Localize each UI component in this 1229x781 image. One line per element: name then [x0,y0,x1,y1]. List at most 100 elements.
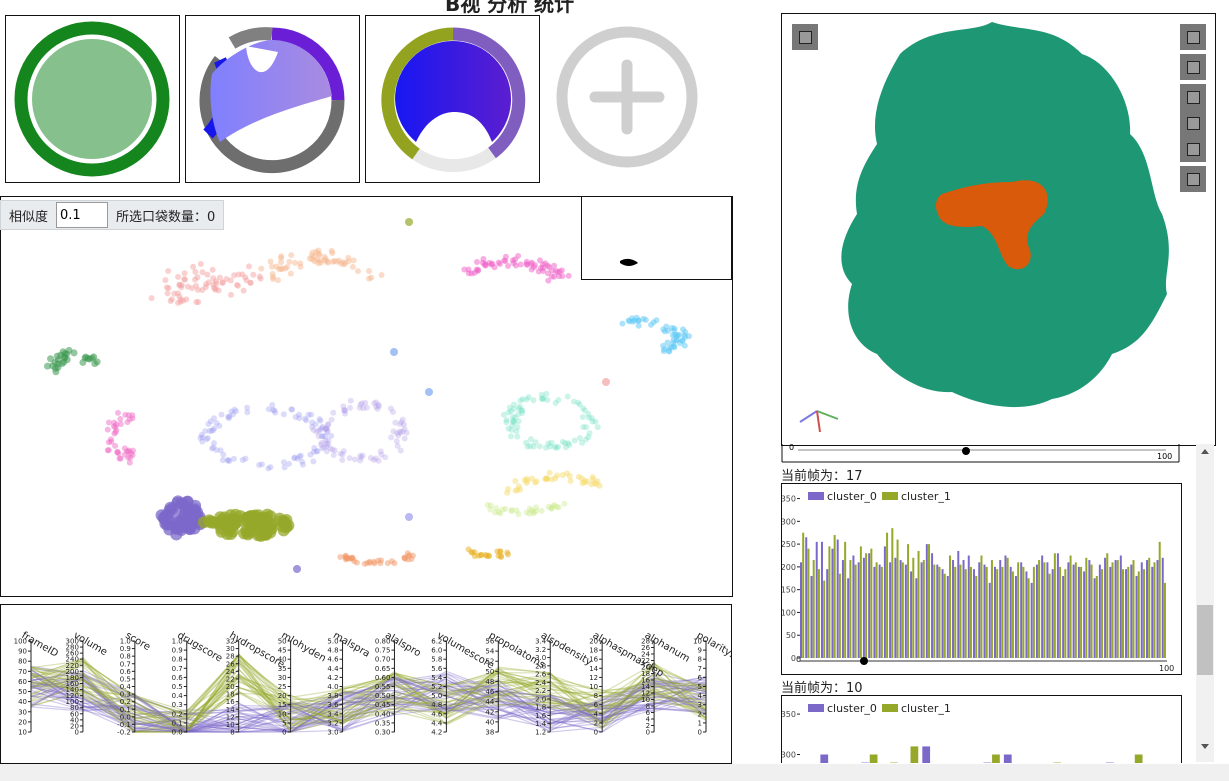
bar[interactable] [868,553,871,658]
bar[interactable] [810,576,813,658]
bar[interactable] [931,553,934,658]
scatter-point[interactable] [602,378,610,386]
parallel-coordinates-view[interactable]: frameID 100 90 80 70 60 50 40 30 20 10 volume 300 280… [0,604,742,764]
bar[interactable] [1114,560,1117,658]
bar[interactable] [1046,562,1049,658]
bar[interactable] [1163,582,1166,658]
bar[interactable] [859,546,862,658]
bar[interactable] [836,539,839,658]
bar[interactable] [1134,754,1143,781]
scatter-point[interactable] [405,218,413,226]
bar[interactable] [820,541,823,658]
bar[interactable] [1148,557,1151,658]
square-icon[interactable] [1180,54,1206,80]
bar[interactable] [910,746,919,781]
bar[interactable] [1077,566,1080,658]
bar[interactable] [1093,578,1096,658]
square-icon[interactable] [1180,84,1206,110]
bar[interactable] [833,535,836,658]
bar[interactable] [910,571,913,658]
protein-3d-viewer[interactable] [781,13,1216,446]
bar[interactable] [869,754,878,781]
bar[interactable] [1140,562,1143,658]
bar[interactable] [1030,582,1033,658]
bar[interactable] [1090,564,1093,658]
bar[interactable] [1001,566,1004,658]
bar[interactable] [925,544,928,658]
bar[interactable] [1146,560,1149,658]
similarity-input[interactable] [56,202,109,228]
eraser-icon[interactable] [1180,24,1206,50]
bar[interactable] [1022,566,1025,658]
bar[interactable] [993,566,996,658]
bar[interactable] [849,560,852,658]
bar[interactable] [1051,569,1054,658]
slider-handle[interactable] [860,657,868,665]
bar[interactable] [1025,571,1028,658]
bar[interactable] [962,560,965,658]
bar[interactable] [1011,571,1014,658]
horizontal-scrollbar[interactable] [0,764,1229,781]
bar[interactable] [1064,569,1067,658]
bar[interactable] [873,566,876,658]
scatter-cluster[interactable] [465,546,512,560]
square-icon[interactable] [1180,110,1206,136]
selected-cluster[interactable] [197,508,295,542]
bar[interactable] [802,532,805,658]
bar[interactable] [1158,541,1161,658]
bar[interactable] [805,537,808,658]
bar[interactable] [1083,571,1086,658]
bar-chart-svg[interactable]: 300 350 cluster_0 cluster_1 [781,696,1181,781]
bar[interactable] [973,569,976,658]
bar[interactable] [1156,560,1159,658]
bar[interactable] [1098,564,1101,658]
bar[interactable] [1153,562,1156,658]
bar[interactable] [847,578,850,658]
bar[interactable] [880,566,883,658]
bar[interactable] [1059,566,1062,658]
bar[interactable] [820,754,829,781]
bar[interactable] [996,569,999,658]
bar[interactable] [1161,557,1164,658]
bar[interactable] [891,528,894,658]
scatter-cluster[interactable] [258,247,385,284]
add-cluster-button[interactable] [555,25,700,170]
scatter-cluster[interactable] [44,346,101,376]
bar[interactable] [1151,566,1154,658]
bar[interactable] [889,562,892,658]
bar[interactable] [975,576,978,658]
bar[interactable] [907,544,910,658]
bar[interactable] [800,562,802,658]
bar[interactable] [807,548,810,658]
bar[interactable] [1111,562,1114,658]
bar[interactable] [1043,562,1046,658]
scatter-cluster[interactable] [504,469,603,496]
bar[interactable] [941,569,944,658]
bar[interactable] [1006,557,1009,658]
bar[interactable] [1003,754,1012,781]
bar[interactable] [915,578,918,658]
bar[interactable] [1009,566,1012,658]
bar[interactable] [922,746,931,781]
bar[interactable] [1020,562,1023,658]
bar[interactable] [828,546,831,658]
bar[interactable] [936,564,939,658]
frame-bar-chart[interactable]: 0 50 100 150 200 250 300 350 cluster_0 cluster_1 0… [781,483,1182,675]
bar[interactable] [1119,555,1122,659]
bar[interactable] [883,546,886,658]
bar[interactable] [831,548,834,658]
bar[interactable] [894,557,897,658]
bar[interactable] [1132,560,1135,658]
scrollbar-thumb[interactable] [1197,605,1213,675]
scatter-point[interactable] [293,565,301,573]
bar[interactable] [854,564,857,658]
bar[interactable] [1130,564,1133,658]
bar[interactable] [983,564,986,658]
bar[interactable] [917,550,920,658]
bar[interactable] [938,566,941,658]
bar[interactable] [969,566,972,658]
square-icon[interactable] [1180,166,1206,192]
bar[interactable] [1062,576,1065,658]
frame-bar-chart[interactable]: 300 350 cluster_0 cluster_1 [781,695,1182,781]
bar[interactable] [826,569,829,658]
